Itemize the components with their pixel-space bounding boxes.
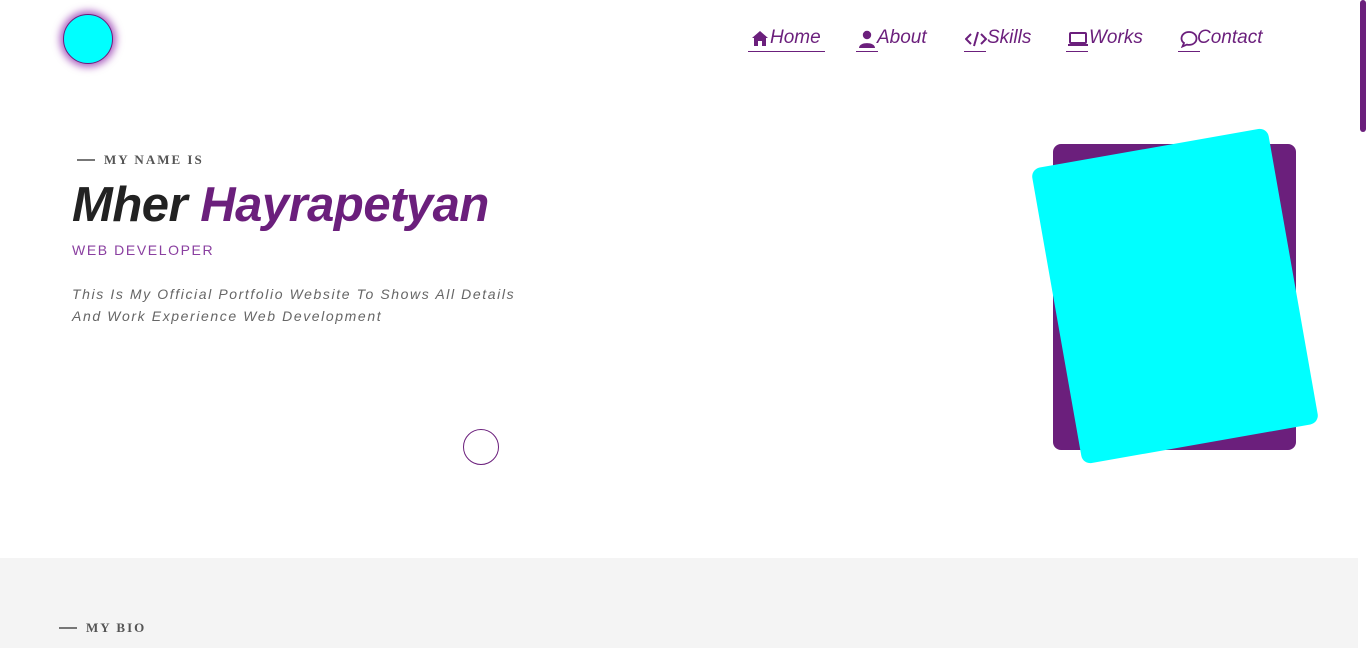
hero-first-name: Mher [72, 178, 188, 232]
nav-skills-label: Skills [987, 27, 1032, 48]
nav-skills[interactable]: Skills [964, 26, 1032, 52]
main-nav: Home About Skills Works Contact [0, 26, 1366, 56]
hero-kicker-label: MY NAME IS [104, 152, 204, 167]
nav-home-underline [748, 51, 825, 52]
bio-kicker: MY BIO [59, 620, 146, 636]
kicker-dash [59, 627, 77, 629]
nav-works[interactable]: Works [1066, 26, 1143, 52]
nav-about-underline [856, 51, 878, 52]
scrollbar-thumb[interactable] [1360, 0, 1366, 132]
hero-description: This Is My Official Portfolio Website To… [72, 283, 572, 327]
bio-section: MY BIO [0, 558, 1358, 648]
page-scrollbar[interactable] [1358, 0, 1366, 648]
hero-kicker: MY NAME IS [77, 152, 204, 168]
nav-home[interactable]: Home [748, 26, 825, 52]
hero-description-line2: And Work Experience Web Development [72, 308, 383, 324]
kicker-dash [77, 159, 95, 161]
code-icon [964, 28, 987, 48]
laptop-icon [1066, 28, 1089, 48]
nav-about-label: About [877, 27, 927, 48]
scroll-down-button[interactable] [463, 429, 499, 465]
chat-icon [1179, 28, 1198, 48]
nav-about[interactable]: About [856, 26, 927, 52]
nav-contact-label: Contact [1197, 27, 1263, 48]
nav-contact[interactable]: Contact [1178, 26, 1263, 52]
nav-skills-underline [964, 51, 986, 52]
nav-works-label: Works [1089, 27, 1143, 48]
user-icon [857, 28, 877, 48]
nav-contact-underline [1178, 51, 1200, 52]
nav-home-label: Home [770, 27, 821, 48]
bio-kicker-label: MY BIO [86, 620, 147, 635]
hero-role: WEB DEVELOPER [72, 242, 215, 258]
home-icon [750, 28, 770, 48]
hero-description-line1: This Is My Official Portfolio Website To… [72, 286, 516, 302]
hero-last-name: Hayrapetyan [200, 178, 489, 232]
nav-works-underline [1066, 51, 1088, 52]
hero-name: Mher Hayrapetyan [72, 177, 489, 233]
profile-photo [1030, 127, 1320, 465]
